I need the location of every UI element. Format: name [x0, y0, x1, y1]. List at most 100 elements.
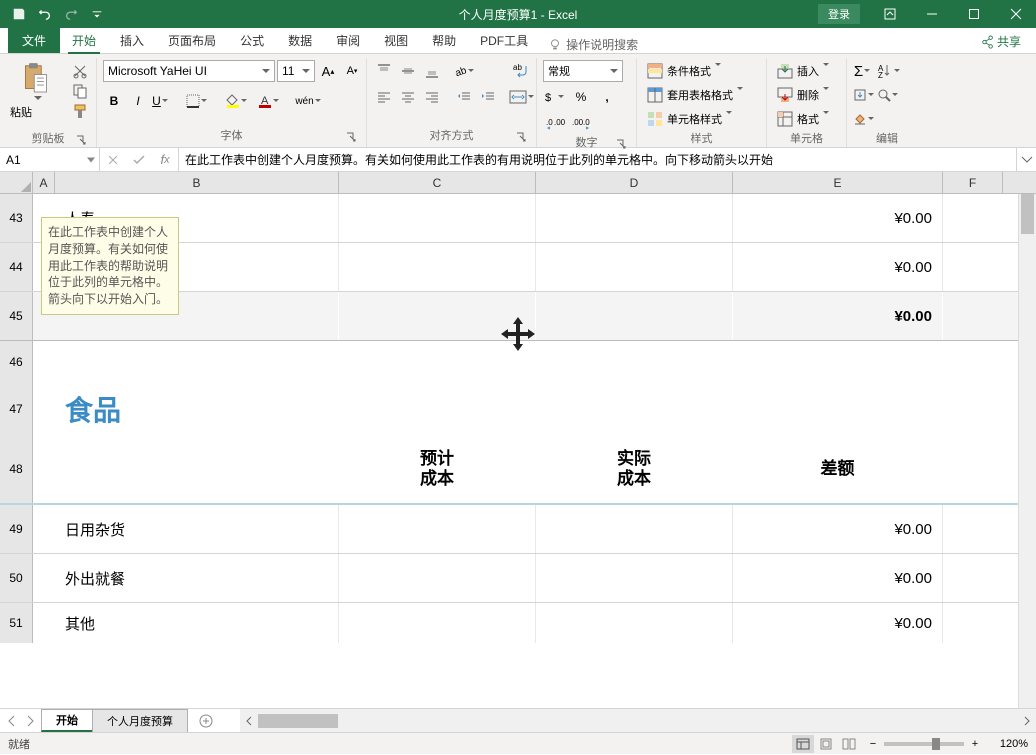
fill-color-button[interactable] — [223, 90, 253, 112]
view-page-break-button[interactable] — [838, 735, 860, 753]
cell-C44[interactable] — [339, 243, 536, 291]
orientation-button[interactable]: ab — [453, 60, 475, 82]
bold-button[interactable]: B — [103, 90, 125, 112]
horizontal-scrollbar[interactable] — [240, 709, 1036, 732]
cell-D48[interactable]: 实际成本 — [536, 435, 733, 503]
select-all-button[interactable] — [0, 172, 33, 193]
decrease-indent-button[interactable] — [453, 86, 475, 108]
zoom-slider-track[interactable] — [884, 742, 964, 746]
increase-indent-button[interactable] — [477, 86, 499, 108]
row-header-50[interactable]: 50 — [0, 554, 33, 602]
cut-button[interactable] — [70, 62, 90, 80]
cell-D49[interactable] — [536, 505, 733, 553]
cell-B49[interactable]: 日用杂货 — [55, 505, 339, 553]
column-header-E[interactable]: E — [733, 172, 943, 193]
login-button[interactable]: 登录 — [818, 4, 860, 24]
cell-E44[interactable]: ¥0.00 — [733, 243, 943, 291]
zoom-in-button[interactable]: + — [968, 733, 982, 755]
cell-D47[interactable] — [536, 383, 733, 435]
sheet-nav-next[interactable] — [22, 713, 38, 729]
increase-font-button[interactable]: A▴ — [317, 60, 339, 82]
delete-cells-button[interactable]: 删除 — [773, 84, 843, 106]
cell-A46[interactable] — [33, 341, 55, 383]
font-size-combo[interactable]: 11 — [277, 60, 315, 82]
row-header-48[interactable]: 48 — [0, 435, 33, 503]
row-header-47[interactable]: 47 — [0, 383, 33, 435]
find-select-button[interactable] — [877, 84, 899, 106]
close-button[interactable] — [996, 0, 1036, 28]
cell-E46[interactable] — [733, 341, 943, 383]
cell-E45[interactable]: ¥0.00 — [733, 292, 943, 340]
cell-A48[interactable] — [33, 435, 55, 503]
tab-home[interactable]: 开始 — [60, 28, 108, 53]
cell-C47[interactable] — [339, 383, 536, 435]
cell-E50[interactable]: ¥0.00 — [733, 554, 943, 602]
sort-filter-button[interactable]: AZ — [877, 60, 899, 82]
cell-C43[interactable] — [339, 194, 536, 242]
cell-D44[interactable] — [536, 243, 733, 291]
align-left-button[interactable] — [373, 86, 395, 108]
row-header-43[interactable]: 43 — [0, 194, 33, 242]
align-middle-button[interactable] — [397, 60, 419, 82]
fill-button[interactable] — [853, 84, 875, 106]
insert-function-button[interactable]: fx — [152, 148, 178, 171]
hscroll-track[interactable] — [258, 712, 1018, 730]
row-header-49[interactable]: 49 — [0, 505, 33, 553]
vertical-scrollbar[interactable] — [1018, 194, 1036, 708]
align-top-button[interactable] — [373, 60, 395, 82]
font-color-button[interactable]: A — [255, 90, 285, 112]
cell-D50[interactable] — [536, 554, 733, 602]
conditional-format-button[interactable]: 条件格式 — [643, 60, 757, 82]
decrease-font-button[interactable]: A▾ — [341, 60, 363, 82]
cell-E47[interactable] — [733, 383, 943, 435]
cell-E48[interactable]: 差额 — [733, 435, 943, 503]
zoom-out-button[interactable]: − — [866, 733, 880, 755]
percent-format-button[interactable]: % — [569, 86, 593, 108]
formula-confirm-button[interactable] — [126, 148, 152, 171]
decrease-decimal-button[interactable]: .00.0 — [569, 112, 593, 134]
number-format-combo[interactable]: 常规 — [543, 60, 623, 82]
row-header-45[interactable]: 45 — [0, 292, 33, 340]
phonetic-button[interactable]: wén — [295, 90, 325, 112]
vertical-scrollbar-thumb[interactable] — [1021, 194, 1034, 234]
redo-button[interactable] — [60, 3, 82, 25]
cell-B51[interactable]: 其他 — [55, 603, 339, 643]
number-launcher[interactable] — [614, 137, 628, 151]
view-page-layout-button[interactable] — [815, 735, 837, 753]
cell-B47[interactable]: 食品 — [55, 383, 339, 435]
sheet-tab-start[interactable]: 开始 — [41, 709, 93, 732]
hscroll-thumb[interactable] — [258, 714, 338, 728]
column-header-F[interactable]: F — [943, 172, 1003, 193]
hscroll-left-button[interactable] — [240, 712, 258, 730]
sheet-nav-prev[interactable] — [4, 713, 20, 729]
cell-C50[interactable] — [339, 554, 536, 602]
increase-decimal-button[interactable]: .0.00 — [543, 112, 567, 134]
font-launcher[interactable] — [344, 130, 358, 144]
italic-button[interactable]: I — [127, 90, 149, 112]
view-normal-button[interactable] — [792, 735, 814, 753]
row-header-51[interactable]: 51 — [0, 603, 33, 643]
font-name-combo[interactable]: Microsoft YaHei UI — [103, 60, 275, 82]
column-header-D[interactable]: D — [536, 172, 733, 193]
column-header-A[interactable]: A — [33, 172, 55, 193]
hscroll-right-button[interactable] — [1018, 712, 1036, 730]
cell-E51[interactable]: ¥0.00 — [733, 603, 943, 643]
tab-pdf[interactable]: PDF工具 — [468, 28, 540, 53]
borders-button[interactable] — [183, 90, 213, 112]
cell-E49[interactable]: ¥0.00 — [733, 505, 943, 553]
cell-B46[interactable] — [55, 341, 339, 383]
sheet-tab-budget[interactable]: 个人月度预算 — [92, 709, 188, 732]
clear-button[interactable] — [853, 108, 875, 130]
format-table-button[interactable]: 套用表格格式 — [643, 84, 757, 106]
cell-C51[interactable] — [339, 603, 536, 643]
formula-cancel-button[interactable] — [100, 148, 126, 171]
accounting-format-button[interactable]: $ — [543, 86, 567, 108]
tab-page-layout[interactable]: 页面布局 — [156, 28, 228, 53]
align-right-button[interactable] — [421, 86, 443, 108]
save-button[interactable] — [8, 3, 30, 25]
comma-format-button[interactable]: , — [595, 86, 619, 108]
tab-insert[interactable]: 插入 — [108, 28, 156, 53]
tab-formulas[interactable]: 公式 — [228, 28, 276, 53]
cell-D43[interactable] — [536, 194, 733, 242]
row-header-44[interactable]: 44 — [0, 243, 33, 291]
